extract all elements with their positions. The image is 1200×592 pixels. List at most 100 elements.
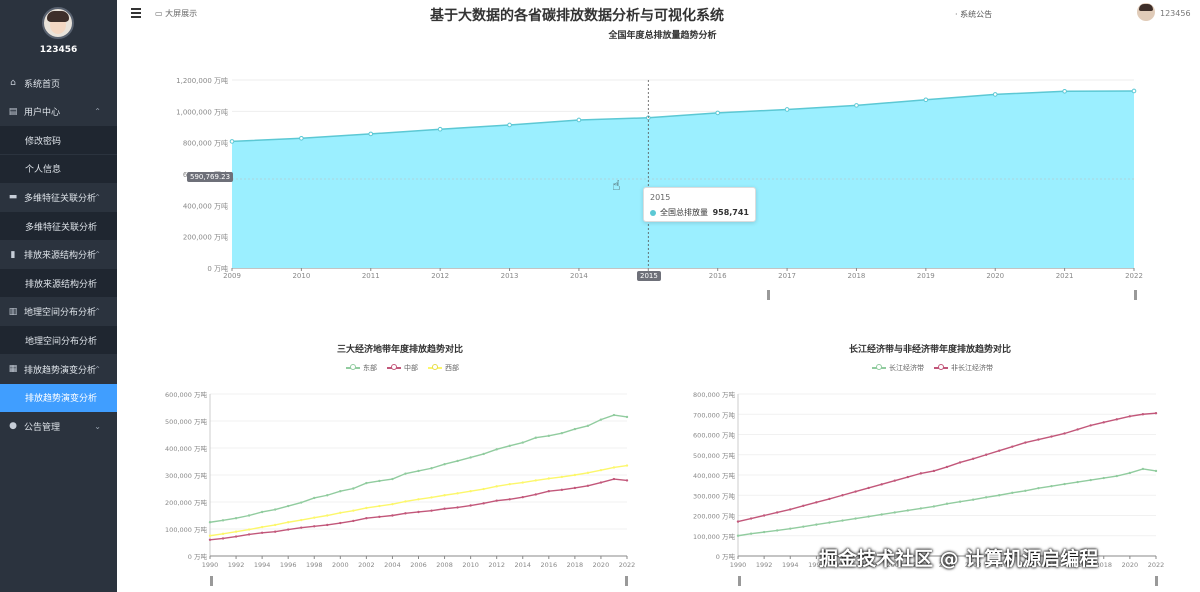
data-point <box>547 434 551 438</box>
data-point <box>599 468 603 472</box>
data-point <box>313 516 316 519</box>
data-point <box>586 471 590 475</box>
data-point <box>893 479 896 482</box>
data-point <box>1011 491 1014 495</box>
data-point <box>365 506 368 510</box>
data-point <box>802 525 805 528</box>
data-point <box>749 532 753 535</box>
data-point <box>368 131 374 137</box>
x-tick-label: 1996 <box>280 561 297 569</box>
y-tick-label: 600,000 万吨 <box>693 431 735 440</box>
data-point <box>576 117 582 123</box>
data-point <box>365 517 368 520</box>
data-point <box>313 525 316 528</box>
zoom-handle-right <box>625 576 628 586</box>
data-point <box>971 498 975 501</box>
y-tick-label: 800,000 万吨 <box>693 390 735 399</box>
data-point <box>547 490 551 493</box>
data-point <box>1102 476 1105 480</box>
zoom-handle-left <box>738 576 741 586</box>
data-point <box>880 513 883 516</box>
zoom-handle-left <box>210 576 213 586</box>
data-point <box>326 523 329 527</box>
data-point <box>221 532 225 536</box>
data-point <box>508 444 511 448</box>
data-point <box>300 501 303 504</box>
y-tick-label: 500,000 万吨 <box>693 451 735 460</box>
series-line <box>737 468 1157 537</box>
y-tick-label: 0 万吨 <box>716 552 736 561</box>
y-tick-label: 0 万吨 <box>188 552 208 561</box>
y-tick-label: 700,000 万吨 <box>693 410 735 419</box>
data-point <box>586 484 590 487</box>
y-tick-label: 400,000 万吨 <box>183 201 228 210</box>
x-tick-label: 2012 <box>431 272 449 280</box>
data-point <box>352 519 355 523</box>
data-point <box>867 515 870 518</box>
data-point <box>260 510 264 514</box>
data-point <box>880 483 883 486</box>
data-point <box>1076 428 1079 431</box>
data-point <box>482 487 485 491</box>
data-point <box>854 517 857 520</box>
data-point <box>273 523 277 527</box>
data-point <box>762 514 766 517</box>
data-point <box>1050 484 1053 488</box>
data-point <box>521 495 524 499</box>
data-point <box>260 531 264 534</box>
data-point <box>229 139 235 144</box>
data-point <box>1131 88 1137 94</box>
data-point <box>430 467 433 470</box>
data-point <box>1141 413 1145 416</box>
x-tick-label: 2020 <box>1122 561 1139 569</box>
x-tick-label: 1994 <box>254 561 271 569</box>
data-point <box>560 488 564 492</box>
data-point <box>247 528 251 531</box>
zoom-handle-left <box>767 290 770 300</box>
data-point <box>456 459 459 463</box>
data-point <box>1011 445 1014 448</box>
data-point <box>456 506 459 509</box>
data-point <box>893 511 896 514</box>
data-point <box>378 504 381 508</box>
data-point <box>998 494 1001 497</box>
data-point <box>1154 412 1158 415</box>
data-point <box>560 431 564 435</box>
series-line <box>209 464 628 537</box>
x-tick-label: 1994 <box>782 561 799 569</box>
y-tick-label: 200,000 万吨 <box>693 512 735 521</box>
x-tick-label: 2016 <box>709 272 727 280</box>
data-point <box>1063 482 1066 486</box>
data-point <box>208 521 212 524</box>
x-tick-label: 1990 <box>730 561 747 569</box>
data-point <box>534 479 537 482</box>
tooltip-year: 2015 <box>650 193 671 202</box>
data-point <box>775 529 779 532</box>
x-tick-label: 2020 <box>986 272 1004 280</box>
data-point <box>586 424 590 428</box>
y-tick-label: 600,000 万吨 <box>165 390 207 399</box>
data-point <box>854 490 857 493</box>
area-fill <box>232 90 1134 268</box>
y-tick-label: 300,000 万吨 <box>693 491 735 500</box>
data-point <box>802 504 805 507</box>
y-tick-label: 300,000 万吨 <box>165 471 207 480</box>
series-dot-icon <box>650 209 656 216</box>
data-point <box>784 107 790 112</box>
data-point <box>625 479 629 482</box>
data-point <box>508 482 511 486</box>
data-point <box>612 477 616 481</box>
data-point <box>1076 480 1079 484</box>
data-point <box>521 441 524 444</box>
data-point <box>919 472 923 475</box>
data-point <box>945 502 949 505</box>
data-point <box>286 521 290 524</box>
data-point <box>495 485 498 488</box>
x-tick-label: 2000 <box>332 561 349 569</box>
data-point <box>482 452 485 456</box>
x-tick-label: 1992 <box>228 561 245 569</box>
data-point <box>789 508 792 511</box>
data-point <box>437 126 443 132</box>
data-point <box>391 477 394 481</box>
data-point <box>762 530 766 534</box>
